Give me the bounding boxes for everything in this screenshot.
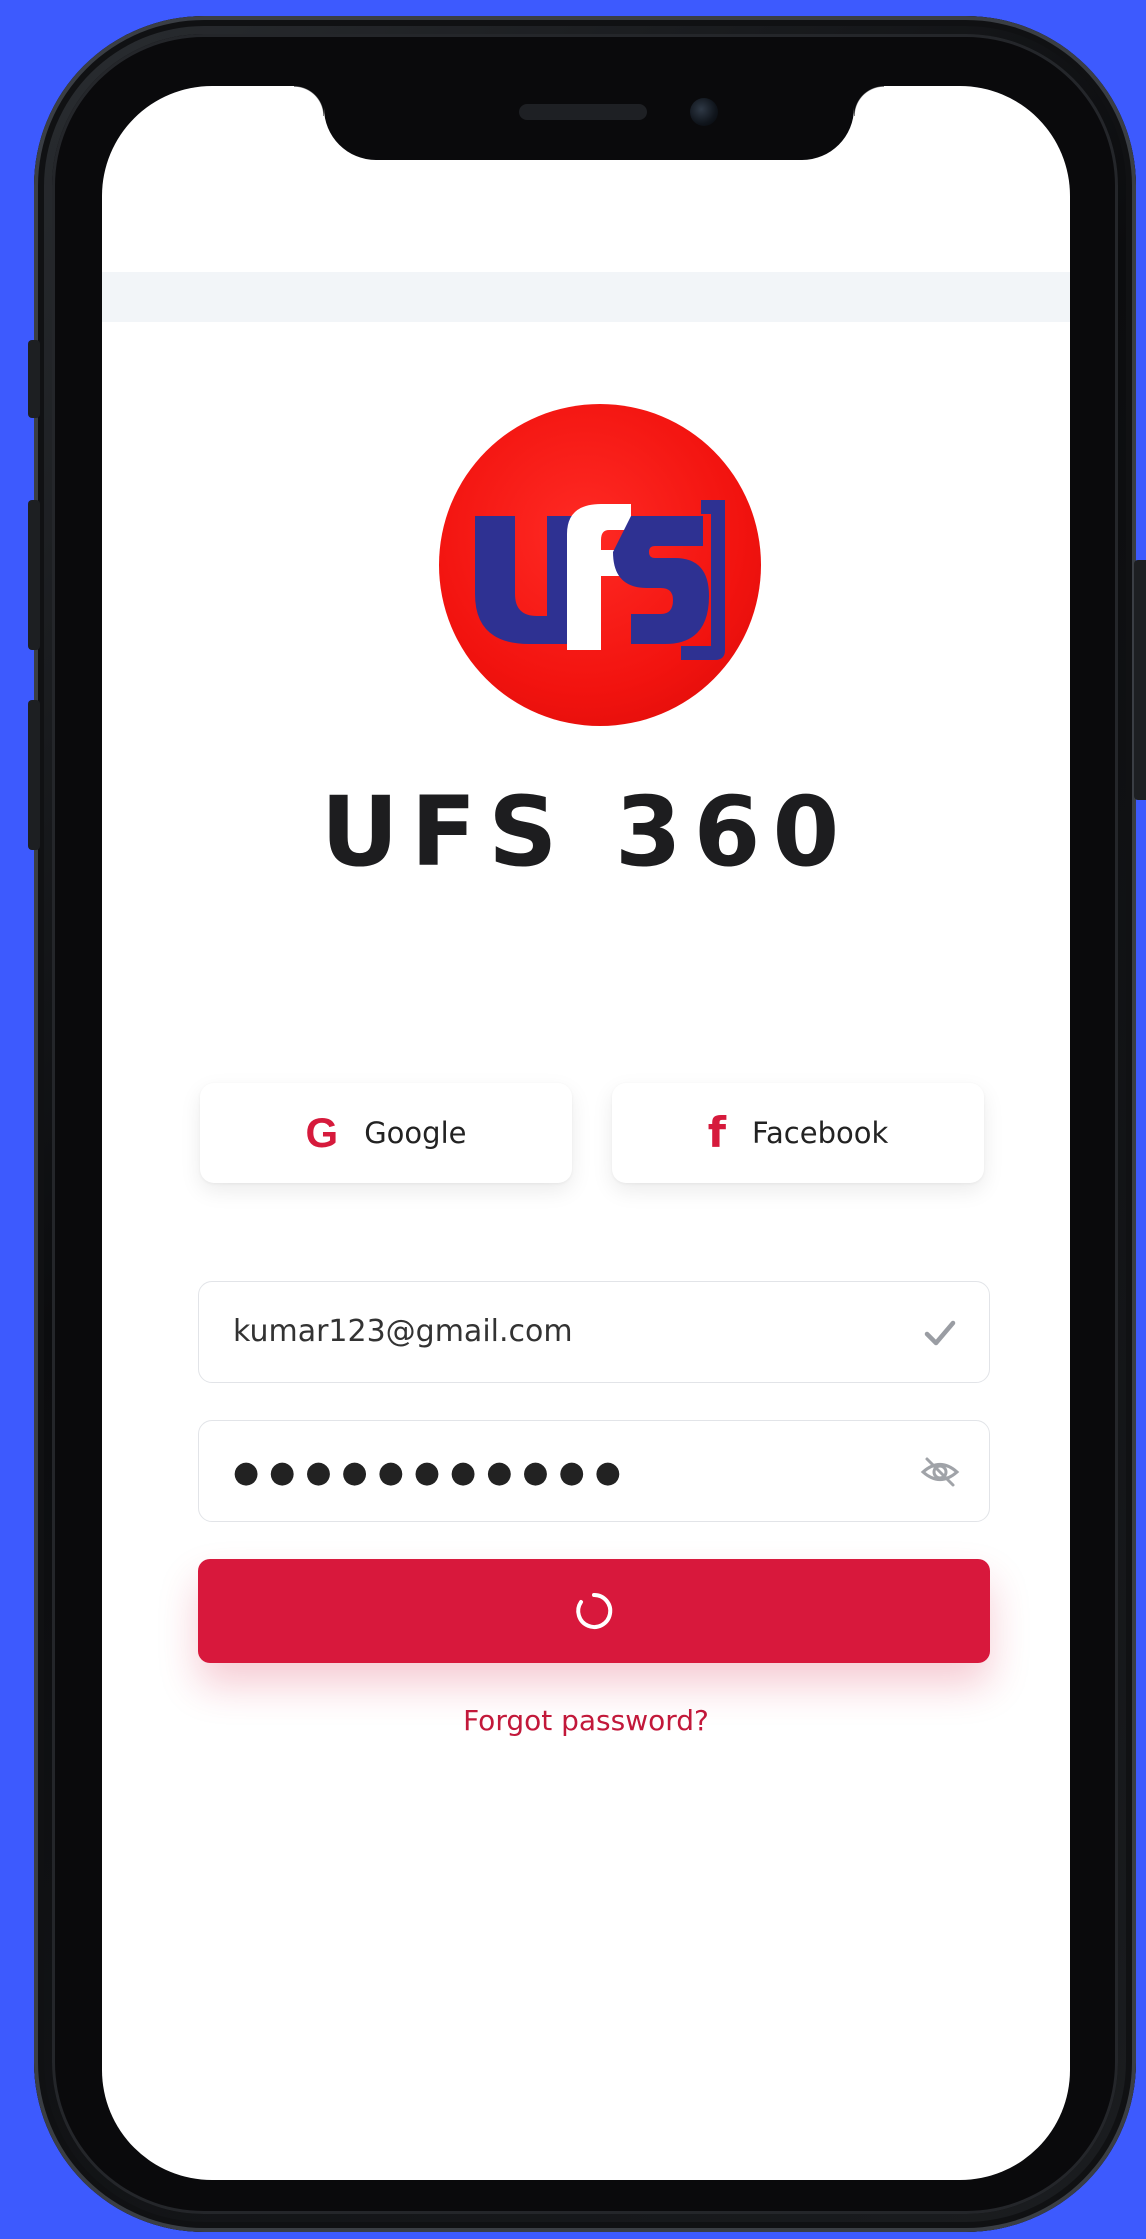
password-value: ●●●●●●●●●●● bbox=[233, 1455, 631, 1490]
loading-spinner-icon bbox=[576, 1592, 613, 1629]
eye-off-icon[interactable] bbox=[919, 1451, 961, 1493]
front-camera-icon bbox=[690, 98, 718, 126]
email-field[interactable]: kumar123@gmail.com bbox=[198, 1281, 990, 1383]
mute-switch bbox=[28, 340, 40, 418]
app-title: UFS 360 bbox=[320, 776, 852, 888]
google-button-label: Google bbox=[364, 1116, 467, 1150]
check-icon bbox=[924, 1320, 956, 1346]
status-strip bbox=[102, 272, 1070, 322]
volume-up-button bbox=[28, 500, 40, 650]
facebook-icon: f bbox=[707, 1108, 726, 1157]
ufs-logo-mark-icon bbox=[475, 500, 725, 660]
login-submit-button[interactable] bbox=[198, 1559, 990, 1663]
password-field[interactable]: ●●●●●●●●●●● bbox=[198, 1420, 990, 1522]
facebook-button-label: Facebook bbox=[752, 1116, 889, 1150]
google-icon: G bbox=[305, 1109, 339, 1156]
phone-notch bbox=[294, 86, 884, 160]
volume-down-button bbox=[28, 700, 40, 850]
google-login-button[interactable]: G Google bbox=[200, 1083, 572, 1183]
forgot-password-link[interactable]: Forgot password? bbox=[102, 1704, 1070, 1737]
speaker-grille bbox=[519, 104, 647, 120]
login-screen: UFS 360 G Google f Facebook kumar123@gma… bbox=[102, 86, 1070, 2180]
email-value: kumar123@gmail.com bbox=[233, 1314, 573, 1349]
power-button bbox=[1134, 560, 1146, 800]
facebook-login-button[interactable]: f Facebook bbox=[612, 1083, 984, 1183]
app-logo bbox=[439, 404, 761, 726]
